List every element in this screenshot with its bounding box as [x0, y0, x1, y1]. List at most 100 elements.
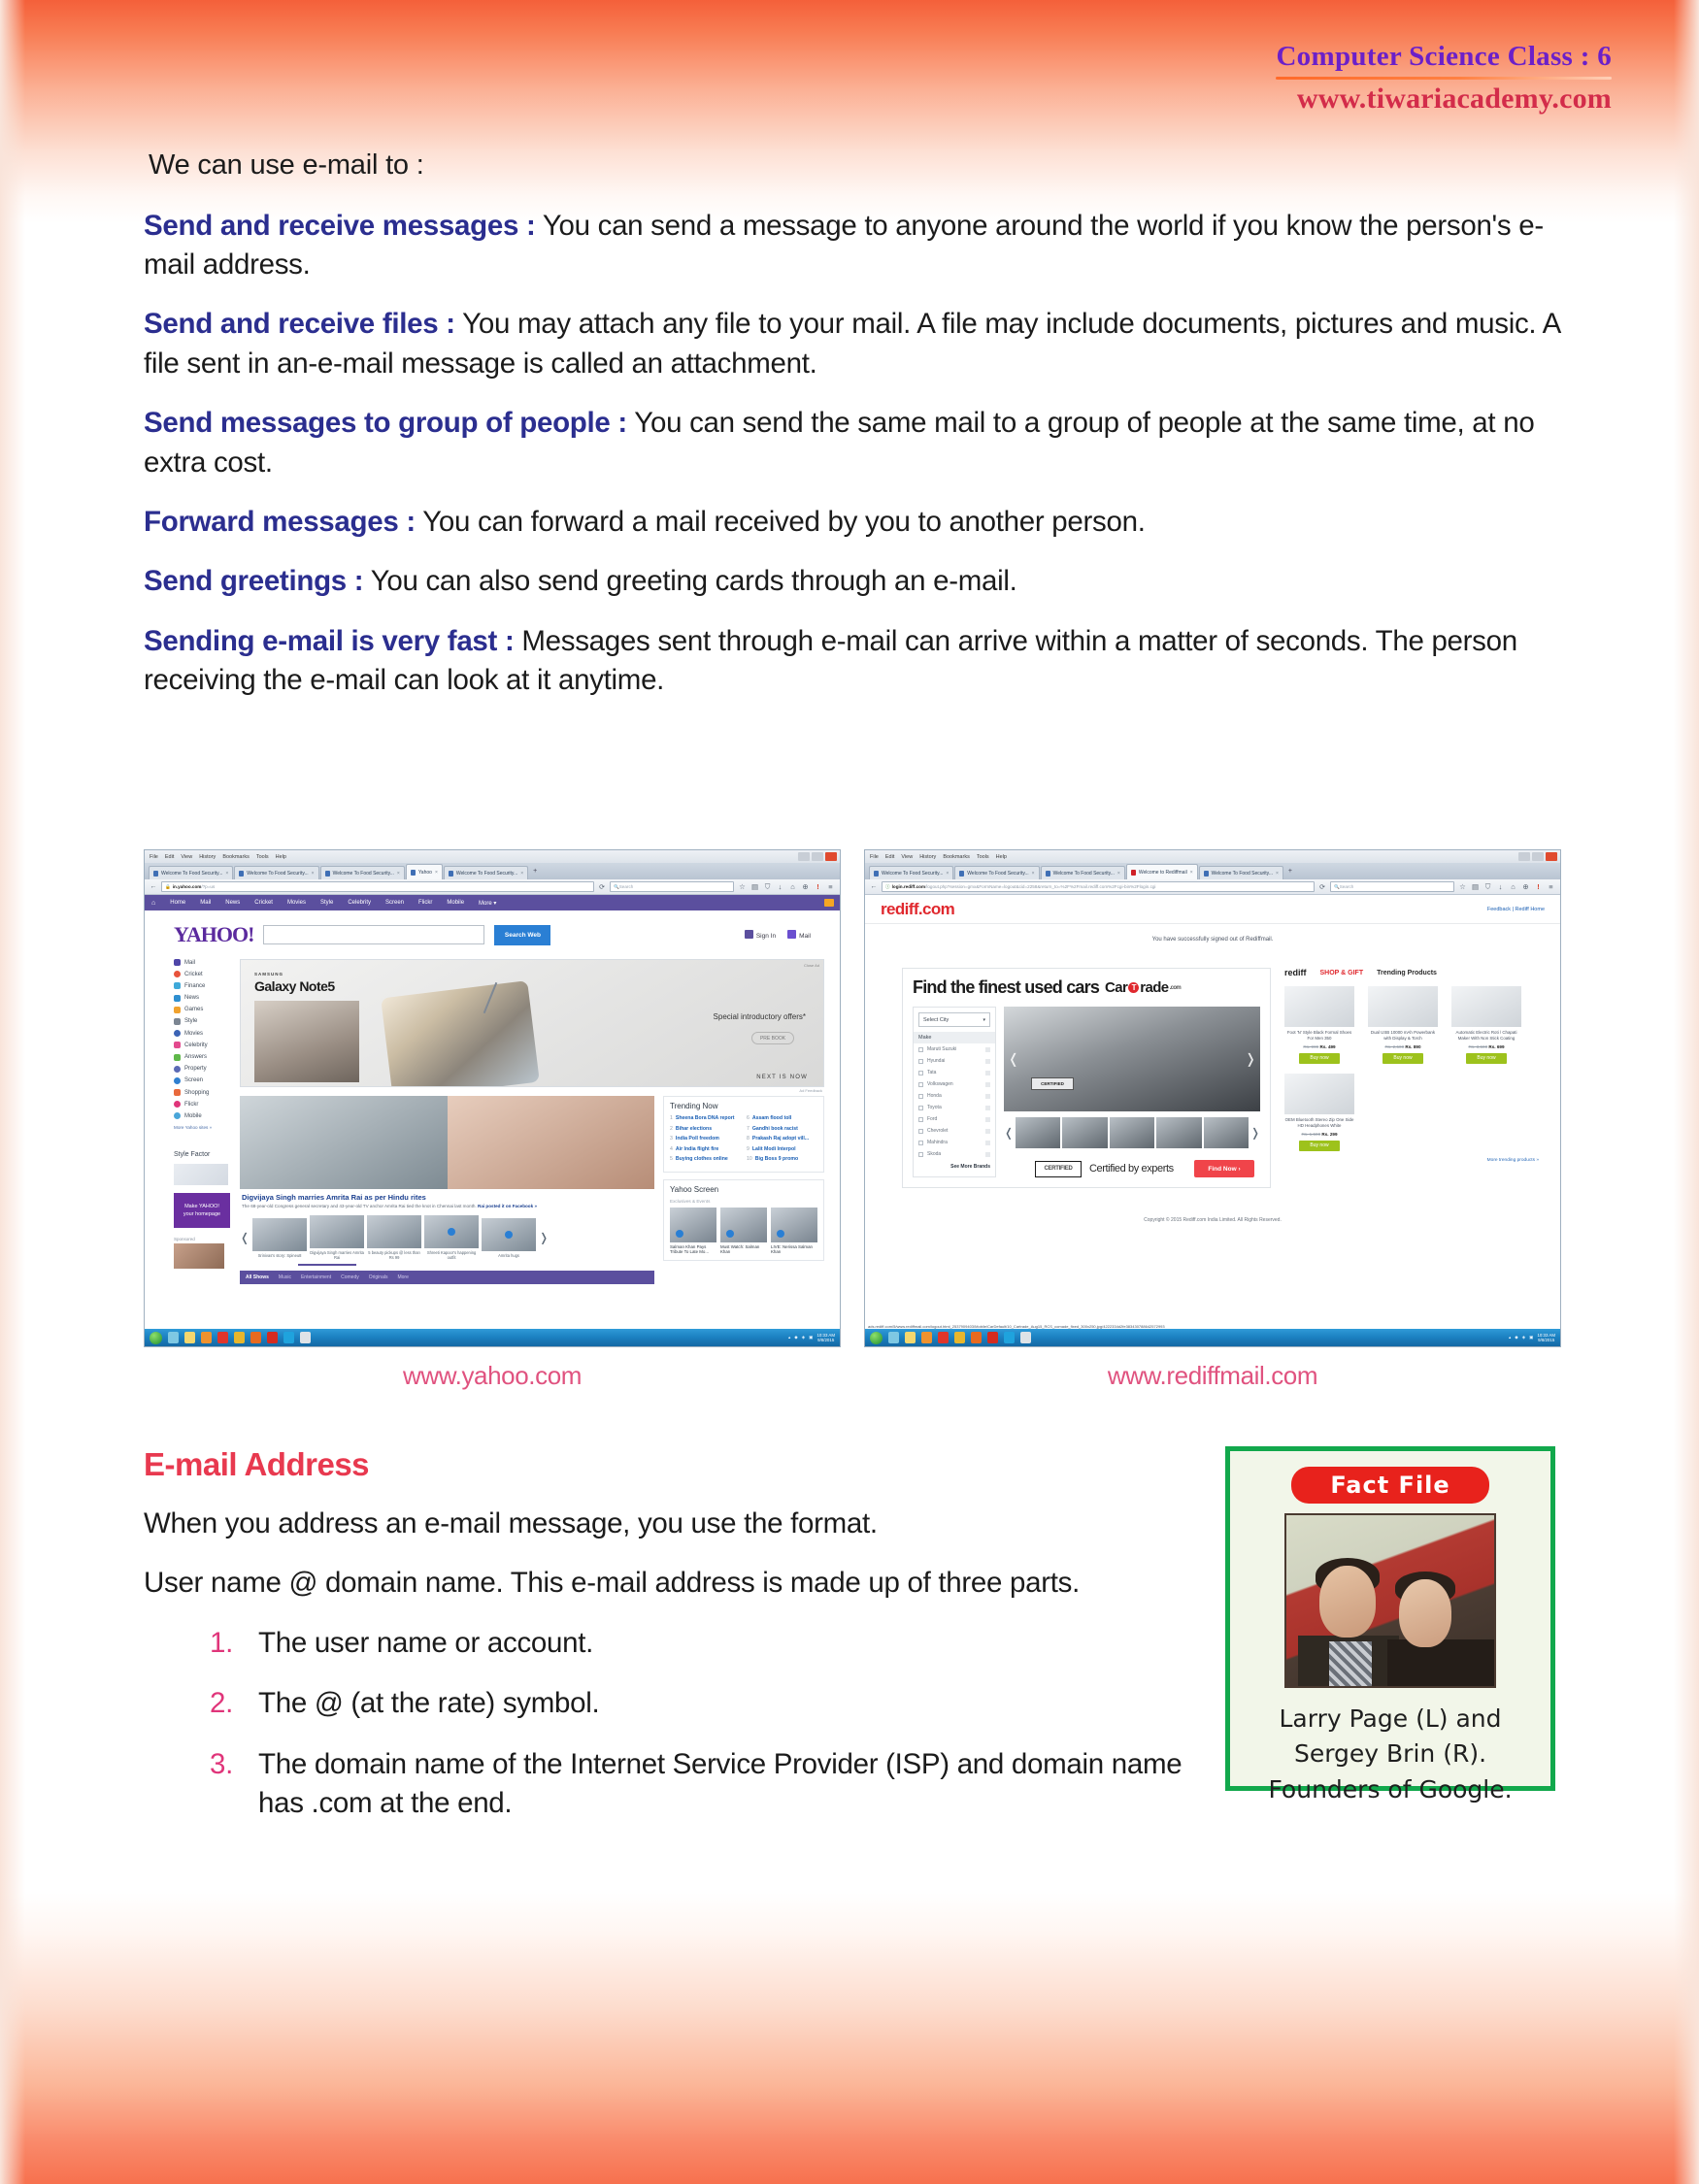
notifications-icon[interactable]	[824, 899, 834, 907]
carousel-next-icon[interactable]: ❭	[1245, 1051, 1256, 1068]
car-thumb[interactable]	[1109, 1117, 1155, 1148]
video-item[interactable]: Salman Khan Pays Tribute To Late Mo...	[670, 1207, 716, 1256]
nav-item-home[interactable]: Home	[170, 900, 185, 906]
checkbox-icon[interactable]	[918, 1140, 923, 1145]
brand-filter-row[interactable]: Ford	[914, 1113, 995, 1125]
shows-comedy[interactable]: Comedy	[341, 1274, 359, 1280]
maximize-icon[interactable]	[1532, 852, 1544, 861]
home-icon[interactable]: ⌂	[788, 882, 797, 891]
brand-filter-row[interactable]: Chevrolet	[914, 1125, 995, 1137]
trending-item[interactable]: 9 Lalit Modi Interpol	[747, 1146, 817, 1152]
shield-icon[interactable]: ⛉	[763, 882, 772, 892]
carousel-thumb[interactable]: Amrita hugs	[482, 1217, 537, 1259]
shield-icon[interactable]: ⛉	[1483, 882, 1492, 892]
yahoo-search-button[interactable]: Search Web	[494, 924, 551, 945]
rediff-logo[interactable]: rediff.com	[881, 900, 955, 919]
reload-icon[interactable]: ⟳	[598, 883, 606, 891]
more-trending-products-link[interactable]: More trending products »	[1284, 1158, 1539, 1163]
tab-close-icon[interactable]: ×	[1276, 871, 1279, 877]
back-icon[interactable]: ←	[870, 883, 878, 890]
trending-item[interactable]: 2 Bihar elections	[670, 1126, 741, 1132]
media-player-icon[interactable]	[201, 1332, 212, 1343]
sidebar-item-news[interactable]: News	[174, 994, 232, 1002]
find-now-button[interactable]: Find Now ›	[1194, 1160, 1254, 1177]
nav-item-screen[interactable]: Screen	[385, 900, 404, 906]
carousel-thumb[interactable]: Shreeti Kapoor's happening outfit	[424, 1214, 480, 1261]
sign-in-link[interactable]: Sign In	[744, 930, 776, 940]
menu-bookmarks[interactable]: Bookmarks	[943, 854, 970, 860]
rediff-header-links[interactable]: Feedback | Rediff Home	[1487, 907, 1545, 912]
browser-icon[interactable]	[888, 1332, 899, 1343]
video-item[interactable]: LIVE: Nerissa Salman Khan	[771, 1207, 817, 1256]
product-card[interactable]: Dual USB 10000 mAh Powerbank with Displa…	[1368, 986, 1438, 1064]
browser-icon[interactable]	[168, 1332, 179, 1343]
menu-file[interactable]: File	[150, 854, 158, 860]
brand-filter-row[interactable]: Honda	[914, 1090, 995, 1102]
browser-tab-active[interactable]: Welcome to Rediffmail ×	[1125, 864, 1198, 879]
carousel-prev-icon[interactable]: ❬	[240, 1231, 250, 1244]
trending-item[interactable]: 7 Gandhi book racist	[747, 1126, 817, 1132]
buy-now-button[interactable]: Buy now	[1299, 1052, 1340, 1064]
checkbox-icon[interactable]	[918, 1081, 923, 1087]
sync-icon[interactable]: ⊕	[1521, 882, 1530, 891]
car-thumb[interactable]	[1062, 1117, 1108, 1148]
browser-tab[interactable]: Welcome To Food Security... ×	[1040, 866, 1125, 879]
sidebar-item-games[interactable]: Games	[174, 1006, 232, 1013]
tray-expand-icon[interactable]: ▴	[788, 1335, 790, 1340]
tab-close-icon[interactable]: ×	[1190, 870, 1193, 876]
menu-icon[interactable]: ≡	[826, 882, 835, 891]
reload-icon[interactable]: ⟳	[1318, 883, 1326, 891]
all-shows-label[interactable]: All Shows	[246, 1274, 269, 1280]
menu-tools[interactable]: Tools	[256, 854, 269, 860]
tab-close-icon[interactable]: ×	[520, 871, 523, 877]
acrobat-icon[interactable]	[987, 1332, 998, 1343]
bookmark-star-icon[interactable]: ☆	[1458, 882, 1467, 891]
firefox-icon[interactable]	[971, 1332, 982, 1343]
brand-filter-row[interactable]: Toyota	[914, 1102, 995, 1113]
brand-filter-row[interactable]: Maruti Suzuki	[914, 1043, 995, 1055]
carousel-thumb[interactable]: Srinivas's story: Spineu8	[252, 1217, 308, 1259]
carousel-prev-icon[interactable]: ❬	[1008, 1051, 1019, 1068]
tray-network-icon[interactable]: ◆	[1515, 1335, 1517, 1340]
menu-file[interactable]: File	[870, 854, 879, 860]
firefox-icon[interactable]	[250, 1332, 261, 1343]
trending-item[interactable]: 5 Buying clothes online	[670, 1156, 741, 1162]
sidebar-item-answers[interactable]: Answers	[174, 1053, 232, 1061]
car-thumb[interactable]	[1203, 1117, 1249, 1148]
car-thumb[interactable]	[1016, 1117, 1061, 1148]
sidebar-item-cricket[interactable]: Cricket	[174, 971, 232, 978]
carousel-thumb[interactable]: 5 beauty pickups @ less than Rs 99	[367, 1214, 422, 1261]
ad-feedback-link[interactable]: Ad Feedback	[240, 1088, 822, 1093]
nav-item-celebrity[interactable]: Celebrity	[348, 900, 371, 906]
trending-item[interactable]: 4 Air India flight fire	[670, 1146, 741, 1152]
browser-tab[interactable]: Welcome To Food Security... ×	[1198, 866, 1283, 879]
browser-tab[interactable]: Welcome To Food Security... ×	[443, 866, 529, 879]
new-tab-icon[interactable]: +	[1284, 868, 1296, 875]
nav-item-style[interactable]: Style	[320, 900, 333, 906]
checkbox-icon[interactable]	[918, 1128, 923, 1134]
checkbox-icon[interactable]	[918, 1151, 923, 1157]
sidebar-item-mobile[interactable]: Mobile	[174, 1112, 232, 1120]
media-player-icon[interactable]	[921, 1332, 932, 1343]
carousel-next-icon[interactable]: ❭	[539, 1231, 549, 1244]
video-item[interactable]: Must Watch: Salman Khan	[720, 1207, 767, 1256]
tab-close-icon[interactable]: ×	[435, 870, 438, 876]
make-yahoo-homepage-promo[interactable]: Make YAHOO! your homepage	[174, 1193, 230, 1229]
browser-tab[interactable]: Welcome To Food Security... ×	[319, 866, 405, 879]
acrobat-icon[interactable]	[267, 1332, 278, 1343]
checkbox-icon[interactable]	[918, 1070, 923, 1075]
shows-originals[interactable]: Originals	[369, 1274, 388, 1280]
shows-more[interactable]: More	[397, 1274, 408, 1280]
brand-filter-row[interactable]: Tata	[914, 1067, 995, 1078]
play-icon[interactable]	[777, 1229, 784, 1238]
nav-item-more[interactable]: More ▾	[479, 900, 496, 907]
minimize-icon[interactable]	[1518, 852, 1530, 861]
tab-close-icon[interactable]: ×	[225, 871, 228, 877]
browser-search-input[interactable]: 🔍 Search	[610, 881, 734, 892]
menu-icon[interactable]: ≡	[1547, 882, 1555, 891]
nav-item-mobile[interactable]: Mobile	[447, 900, 464, 906]
buy-now-button[interactable]: Buy now	[1466, 1052, 1507, 1064]
folder-icon[interactable]	[184, 1332, 195, 1343]
more-yahoo-sites-link[interactable]: More Yahoo sites »	[174, 1125, 232, 1130]
product-card[interactable]: Foot 'N' Style Black Formal Shoes For Me…	[1284, 986, 1354, 1064]
